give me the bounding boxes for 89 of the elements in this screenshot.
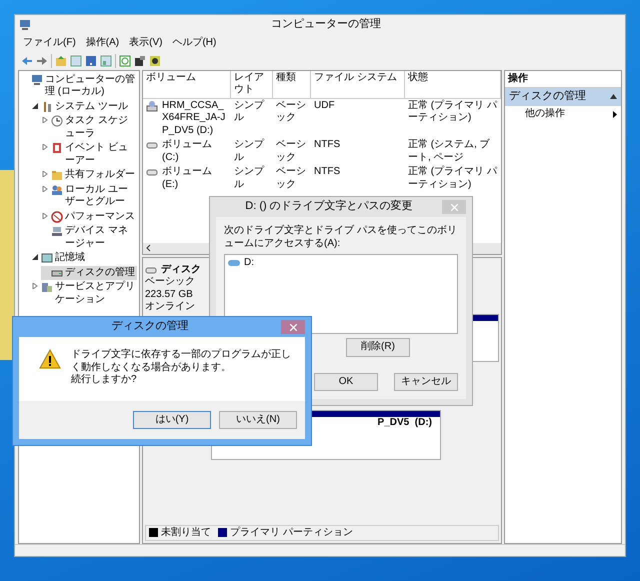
legend-label: 未割り当て	[161, 526, 211, 539]
column-header[interactable]: ボリューム	[143, 70, 231, 98]
remove-button[interactable]: 削除(R)	[346, 338, 410, 356]
tree-item[interactable]: コンピューターの管理 (ローカル)	[21, 72, 137, 100]
table-cell-text: NTFS	[313, 165, 342, 179]
legend-label: プライマリ パーティション	[230, 526, 353, 539]
up-folder-icon[interactable]	[55, 54, 67, 66]
tree-item[interactable]: デバイス マネージャー	[41, 224, 137, 251]
tree-item[interactable]: ディスクの管理	[41, 266, 137, 280]
optical-drive-icon	[146, 100, 158, 112]
tree-item[interactable]: システム ツール	[31, 100, 137, 114]
section-title: ディスクの管理	[509, 90, 586, 104]
collapsed-triangle-icon[interactable]	[42, 117, 48, 123]
list-entry[interactable]: D:	[244, 257, 254, 270]
collapsed-triangle-icon[interactable]	[42, 212, 48, 218]
gauge-icon	[51, 210, 63, 222]
table-cell-text: NTFS	[313, 138, 342, 152]
tree-item[interactable]: サービスとアプリケーション	[31, 280, 137, 307]
expanded-triangle-icon[interactable]	[32, 102, 38, 108]
toolbox-icon	[41, 100, 53, 112]
computer-icon	[31, 74, 43, 86]
tree-item[interactable]: イベント ビューアー	[41, 141, 137, 168]
table-cell-text: シンプル	[233, 98, 266, 125]
collapsed-triangle-icon[interactable]	[42, 171, 48, 177]
dialog-message: 続行しますか?	[71, 374, 138, 386]
table-cell-text: HRM_CCSA_X64FRE_JA-JP_DV5 (D:)	[162, 100, 226, 137]
table-cell-text: UDF	[313, 98, 336, 112]
table-cell-text: 正常 (プライマリ パーティション)	[407, 98, 498, 125]
tree-item[interactable]: タスク スケジューラ	[41, 114, 137, 141]
collapsed-triangle-icon[interactable]	[42, 186, 48, 192]
column-header[interactable]: レイアウト	[231, 70, 273, 98]
partition-label: P_DV5 (D:)	[378, 416, 432, 429]
close-icon[interactable]	[290, 324, 296, 330]
table-cell-text: ボリューム (C:)	[162, 139, 213, 164]
dialog-title: D: () のドライブ文字とパスの変更	[244, 200, 414, 214]
table-cell-text: シンプル	[233, 138, 266, 164]
computer-icon	[19, 19, 31, 31]
dialog-button[interactable]: キャンセル	[394, 372, 458, 391]
drive-path-list[interactable]: D:	[224, 254, 458, 334]
collapse-triangle-icon[interactable]	[610, 94, 617, 100]
event-log-icon	[51, 142, 63, 154]
back-arrow-icon[interactable]	[21, 54, 33, 66]
window-title: コンピューターの管理	[270, 18, 382, 32]
tree-item[interactable]: ローカル ユーザーとグルー	[41, 182, 137, 210]
table-cell-text: シンプル	[233, 165, 266, 192]
action-label: 他の操作	[525, 108, 565, 120]
column-header[interactable]: 種類	[273, 70, 311, 98]
menu-item[interactable]: ファイル(F)	[23, 37, 76, 50]
disk-name: ディスク	[161, 264, 201, 276]
column-header[interactable]: 状態	[405, 70, 501, 98]
table-cell-text: 正常 (プライマリ パーティション)	[407, 165, 498, 192]
forward-arrow-icon[interactable]	[36, 54, 48, 66]
storage-icon	[41, 252, 53, 264]
dialog-button[interactable]: はい(Y)	[133, 410, 211, 429]
chevron-left-icon[interactable]	[145, 244, 151, 252]
dialog-button[interactable]: OK	[314, 372, 378, 391]
services-icon	[41, 281, 53, 293]
table-cell-text: ボリューム (E:)	[162, 166, 213, 191]
tree-item[interactable]: 共有フォルダー	[41, 168, 137, 182]
drive-icon	[228, 259, 240, 268]
column-header[interactable]: ファイル システム	[311, 70, 405, 98]
menu-item[interactable]: 表示(V)	[129, 37, 162, 50]
menu-item[interactable]: ヘルプ(H)	[172, 37, 216, 50]
actions-section[interactable]: ディスクの管理	[505, 88, 621, 106]
clock-icon	[51, 115, 63, 127]
table-cell-text: ベーシック	[275, 98, 307, 125]
menu-item[interactable]: 操作(A)	[86, 37, 120, 50]
collapsed-triangle-icon[interactable]	[32, 283, 38, 289]
dialog-button[interactable]: いいえ(N)	[219, 410, 297, 429]
disk-size: 223.57 GB	[145, 288, 194, 301]
tree-item[interactable]: 記憶域	[31, 251, 137, 266]
expanded-triangle-icon[interactable]	[32, 254, 38, 260]
device-icon	[51, 225, 63, 237]
close-button[interactable]	[281, 320, 305, 334]
shared-folder-icon	[51, 169, 63, 181]
dialog-message: ドライブ文字に依存する一部のプログラムが正しく動作しなくなる場合があります。	[71, 349, 292, 374]
disk-status: オンライン	[145, 301, 196, 314]
table-cell-text: ベーシック	[275, 138, 307, 164]
dialog-title: ディスクの管理	[110, 320, 190, 334]
submenu-arrow-icon	[613, 110, 617, 118]
disk-type: ベーシック	[145, 276, 196, 288]
dialog-prompt: 次のドライブ文字とドライブ パスを使ってこのボリュームにアクセスする(A):	[224, 225, 458, 250]
users-icon	[51, 184, 63, 196]
warning-icon	[39, 349, 61, 369]
tree-item[interactable]: パフォーマンス	[41, 210, 137, 224]
table-cell-text: 正常 (システム, ブート, ページ	[407, 138, 491, 164]
action-item[interactable]: 他の操作	[505, 106, 621, 122]
table-cell-text: ベーシック	[275, 165, 307, 192]
collapsed-triangle-icon[interactable]	[42, 144, 48, 150]
